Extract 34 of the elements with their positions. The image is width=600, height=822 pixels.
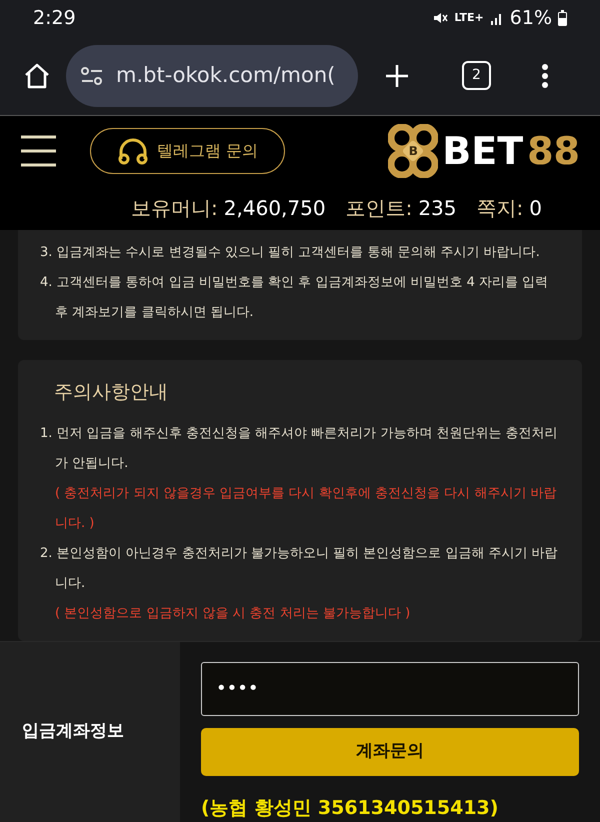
network-label: LTE+ [454,10,484,26]
password-field[interactable]: •••• [201,662,579,716]
logo-word: BET [442,132,524,170]
balance-value: 235 [418,195,457,222]
tune-icon[interactable] [80,66,104,86]
caution-title: 주의사항안내 [53,380,169,405]
balance-label: 쪽지: [476,195,524,222]
notice-text: 3. 입금계좌는 수시로 변경될수 있으니 필히 고객센터를 통해 문의해 주시기 바랍니다. [40,244,541,262]
balance-value: 2,460,750 [224,195,326,222]
telegram-button[interactable]: 텔레그램 문의 [90,128,285,174]
notice-text: 2. 본인성함이 아닌경우 충전처리가 불가능하오니 필히 본인성함으로 입금해 주시기 바랍니다. [40,544,559,592]
battery-icon [558,10,567,26]
logo-number: 88 [527,132,580,170]
balance-label: 포인트: [346,195,412,222]
balance-label: 보유머니: [131,195,218,222]
headphones-icon [116,137,149,165]
form-label: 입금계좌정보 [22,720,124,743]
notice-text: 1. 먼저 입금을 해주신후 충전신청을 해주셔야 빠른처리가 가능하며 천원단위는 충전처리가 안됩니다. [40,424,559,472]
account-inquiry-button[interactable]: 계좌문의 [201,728,579,776]
warning-text: ( 충전처리가 되지 않을경우 입금여부를 다시 확인후에 충전신청을 다시 해주시기 바랍니다. ) [54,484,558,532]
url-bar[interactable]: m.bt-okok.com/mon( [66,44,358,107]
tab-count-button[interactable]: 2 [462,61,491,90]
plus-icon[interactable] [384,62,410,89]
balance-value: 0 [529,195,542,222]
account-info: (농협 황성민 3561340515413) [201,796,500,820]
warning-text: ( 본인성함으로 입금하지 않을 시 충전 처리는 불가능합니다 ) [54,604,412,622]
url-text: m.bt-okok.com/mon( [116,62,336,90]
more-icon[interactable] [541,62,549,89]
logo-emblem: B [388,124,438,178]
notice-text: 4. 고객센터를 통하여 입금 비밀번호를 확인 후 입금계좌정보에 비밀번호 4 자리를 입력후 계좌보기를 클릭하시면 됩니다. [40,274,550,322]
battery-percent: 61% [510,6,552,32]
time: 2:29 [33,6,76,32]
signal-icon [490,11,504,26]
menu-icon[interactable] [20,134,57,168]
